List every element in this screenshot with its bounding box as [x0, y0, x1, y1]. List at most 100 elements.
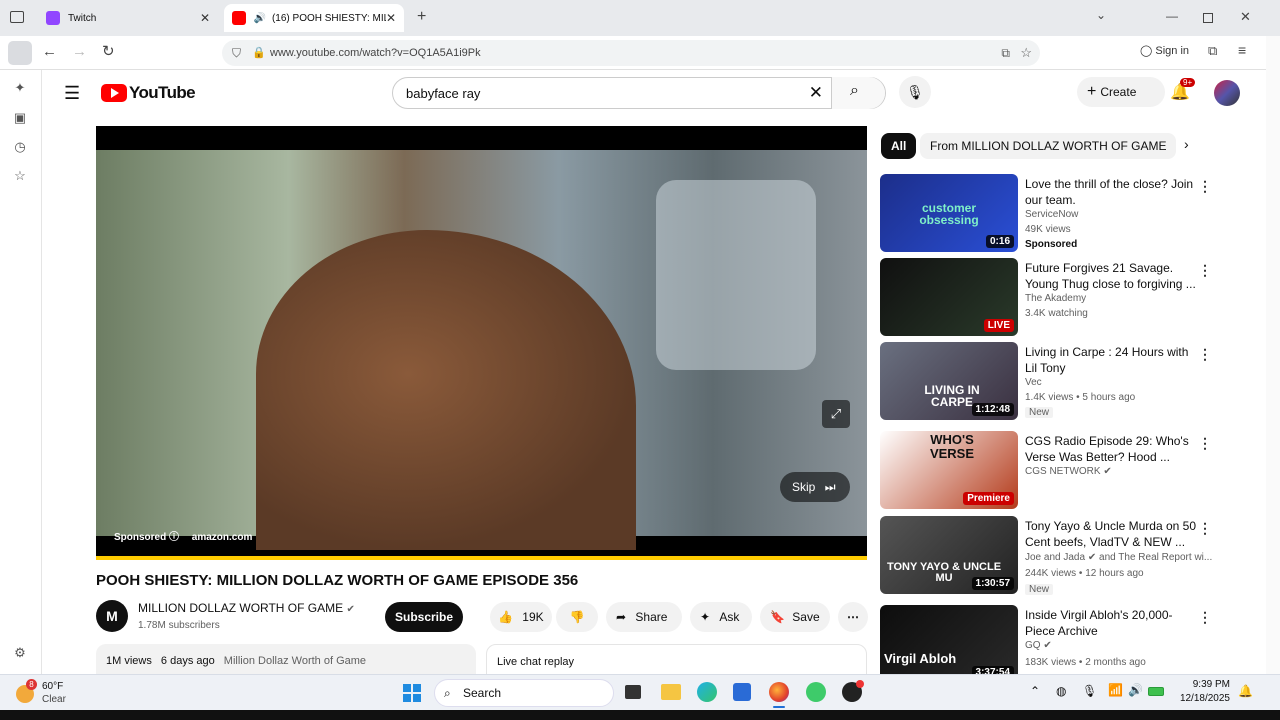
more-actions-button[interactable]: ⋯	[838, 602, 868, 632]
video-title: Tony Yayo & Uncle Murda on 50 Cent beefs…	[1025, 519, 1196, 549]
tab-search-icon[interactable]: ⌄	[1096, 8, 1106, 22]
more-icon[interactable]: ⋮	[1198, 178, 1212, 195]
like-button[interactable]: 👍 19K	[490, 602, 552, 632]
skip-ad-button[interactable]: Skip ⏭	[780, 472, 850, 502]
menu-icon[interactable]: ≡	[1238, 42, 1246, 58]
extensions-icon[interactable]: ⧉	[1208, 43, 1217, 59]
firefox-icon[interactable]	[769, 682, 789, 702]
video-thumbnail[interactable]: LIVING IN CARPE 1:12:48	[880, 342, 1018, 420]
volume-icon[interactable]: 🔊	[1128, 683, 1143, 697]
search-button[interactable]: ⌕	[831, 77, 885, 109]
youtube-logo[interactable]: YouTube	[101, 83, 196, 103]
description-box[interactable]: 1M views 6 days ago Million Dollaz Worth…	[96, 644, 476, 674]
tab-label: Twitch	[68, 12, 97, 24]
expand-ad-button[interactable]: ⤢	[822, 400, 850, 428]
app-available-icon[interactable]: ⧉	[1001, 40, 1010, 66]
close-tab-icon[interactable]: ✕	[386, 11, 396, 25]
edge-icon[interactable]	[697, 682, 717, 702]
restore-button[interactable]	[1203, 13, 1213, 23]
create-button[interactable]: + Create	[1077, 77, 1165, 107]
list-item[interactable]: Virgil Abloh 3:37:54 Inside Virgil Abloh…	[880, 605, 1218, 674]
tab-twitch[interactable]: Twitch ✕	[38, 4, 218, 32]
notification-center-icon[interactable]: 🔔	[1238, 684, 1253, 698]
list-item[interactable]: WHO'S VERSE Premiere CGS Radio Episode 2…	[880, 431, 1218, 509]
more-icon[interactable]: ⋮	[1198, 346, 1212, 363]
tab-groups-icon[interactable]: ▣	[12, 110, 28, 126]
close-window-button[interactable]: ✕	[1240, 9, 1251, 25]
video-thumbnail[interactable]: TONY YAYO & UNCLE MU 1:30:57	[880, 516, 1018, 594]
subscribe-button[interactable]: Subscribe	[385, 602, 463, 632]
file-explorer-icon[interactable]	[661, 684, 681, 700]
more-icon[interactable]: ⋮	[1198, 262, 1212, 279]
audio-icon[interactable]: 🔊	[254, 13, 266, 24]
close-tab-icon[interactable]: ✕	[200, 11, 210, 25]
taskbar: 8 60°F Clear ⌕ Search ⌃ ◍ 🎙 📶 🔊 9:39 PM …	[0, 674, 1280, 710]
more-icon[interactable]: ⋮	[1198, 609, 1212, 626]
windows-start-icon[interactable]	[403, 684, 421, 702]
tab-actions-icon[interactable]	[10, 11, 24, 23]
info-icon[interactable]: ⓘ	[169, 532, 182, 543]
list-item[interactable]: customer obsessing 0:16 Love the thrill …	[880, 174, 1218, 252]
reload-icon[interactable]: ↻	[102, 42, 115, 60]
battery-icon[interactable]	[1148, 687, 1164, 696]
discord-icon[interactable]	[806, 682, 826, 702]
back-icon[interactable]: ←	[42, 43, 57, 60]
voice-search-button[interactable]: 🎙	[899, 76, 931, 108]
video-thumbnail[interactable]: WHO'S VERSE Premiere	[880, 431, 1018, 509]
chevron-right-icon[interactable]: ›	[1184, 136, 1189, 152]
ask-button[interactable]: ✦ Ask	[690, 602, 752, 632]
copilot-icon[interactable]: ✦	[12, 80, 28, 96]
minimize-button[interactable]: —	[1166, 9, 1178, 23]
forward-icon[interactable]: →	[72, 43, 87, 60]
notifications-button[interactable]: 🔔 9+	[1170, 78, 1196, 102]
shield-icon[interactable]: ⛉	[232, 40, 241, 66]
search-input[interactable]: babyface ray	[406, 86, 480, 101]
clock[interactable]: 9:39 PM 12/18/2025	[1176, 678, 1230, 706]
network-icon[interactable]: ◍	[1056, 684, 1066, 698]
search-box[interactable]: babyface ray ✕ ⌕	[392, 77, 886, 109]
live-chat-replay[interactable]: Live chat replay	[486, 644, 867, 674]
url-field[interactable]: ⛉ 🔒 www.youtube.com/watch?v=OQ1A5A1i9Pk …	[222, 40, 1040, 66]
favorites-icon[interactable]: ☆	[12, 168, 28, 184]
weather-widget[interactable]: 8 60°F Clear	[16, 679, 96, 707]
video-thumbnail[interactable]: Virgil Abloh 3:37:54	[880, 605, 1018, 674]
channel-avatar[interactable]: M	[96, 600, 128, 632]
list-item[interactable]: TONY YAYO & UNCLE MU 1:30:57 Tony Yayo &…	[880, 516, 1218, 595]
video-thumbnail[interactable]: LIVE	[880, 258, 1018, 336]
wifi-icon[interactable]: 📶	[1108, 683, 1123, 697]
taskbar-search-label: Search	[463, 686, 502, 700]
tab-bar: Twitch ✕ 🔊 (16) POOH SHIESTY: MILLIC ✕ +…	[0, 0, 1280, 36]
list-item[interactable]: LIVING IN CARPE 1:12:48 Living in Carpe …	[880, 342, 1218, 420]
hamburger-icon[interactable]: ☰	[64, 83, 80, 104]
channel-name[interactable]: MILLION DOLLAZ WORTH OF GAME ✔	[138, 601, 355, 615]
more-icon[interactable]: ⋮	[1198, 520, 1212, 537]
video-meta: 244K views • 12 hours ago	[1025, 568, 1144, 579]
taskbar-search[interactable]: ⌕ Search	[434, 679, 614, 707]
share-button[interactable]: ➦ Share	[606, 602, 682, 632]
microphone-icon[interactable]: 🎙	[1082, 684, 1097, 698]
sign-in-button[interactable]: ◯ Sign in	[1140, 44, 1189, 57]
channel-name: Vec	[1025, 377, 1042, 388]
chip-from-channel[interactable]: From MILLION DOLLAZ WORTH OF GAME	[920, 133, 1177, 159]
favorite-star-icon[interactable]: ☆	[1020, 40, 1032, 66]
video-player[interactable]: ⤢ Skip ⏭ Sponsored ⓘ amazon.com	[96, 126, 867, 560]
new-tab-button[interactable]: +	[417, 8, 426, 26]
show-hidden-icons[interactable]: ⌃	[1030, 684, 1040, 698]
url-text: www.youtube.com/watch?v=OQ1A5A1i9Pk	[270, 47, 481, 59]
save-button[interactable]: 🔖 Save	[760, 602, 830, 632]
tab-youtube[interactable]: 🔊 (16) POOH SHIESTY: MILLIC ✕	[224, 4, 404, 32]
store-icon[interactable]	[733, 683, 751, 701]
list-item[interactable]: LIVE Future Forgives 21 Savage. Young Th…	[880, 258, 1218, 336]
history-icon[interactable]: ◷	[12, 139, 28, 155]
sidebar-toggle-icon[interactable]	[8, 41, 32, 65]
dislike-button[interactable]: 👎	[556, 602, 598, 632]
settings-icon[interactable]: ⚙	[12, 645, 28, 661]
lock-icon[interactable]: 🔒	[252, 40, 266, 66]
avatar[interactable]	[1214, 80, 1240, 106]
task-view-icon[interactable]	[625, 685, 641, 699]
advertiser-link[interactable]: amazon.com	[192, 532, 253, 543]
chip-all[interactable]: All	[881, 133, 917, 159]
clear-search-icon[interactable]: ✕	[809, 83, 823, 103]
more-icon[interactable]: ⋮	[1198, 435, 1212, 452]
video-thumbnail[interactable]: customer obsessing 0:16	[880, 174, 1018, 252]
